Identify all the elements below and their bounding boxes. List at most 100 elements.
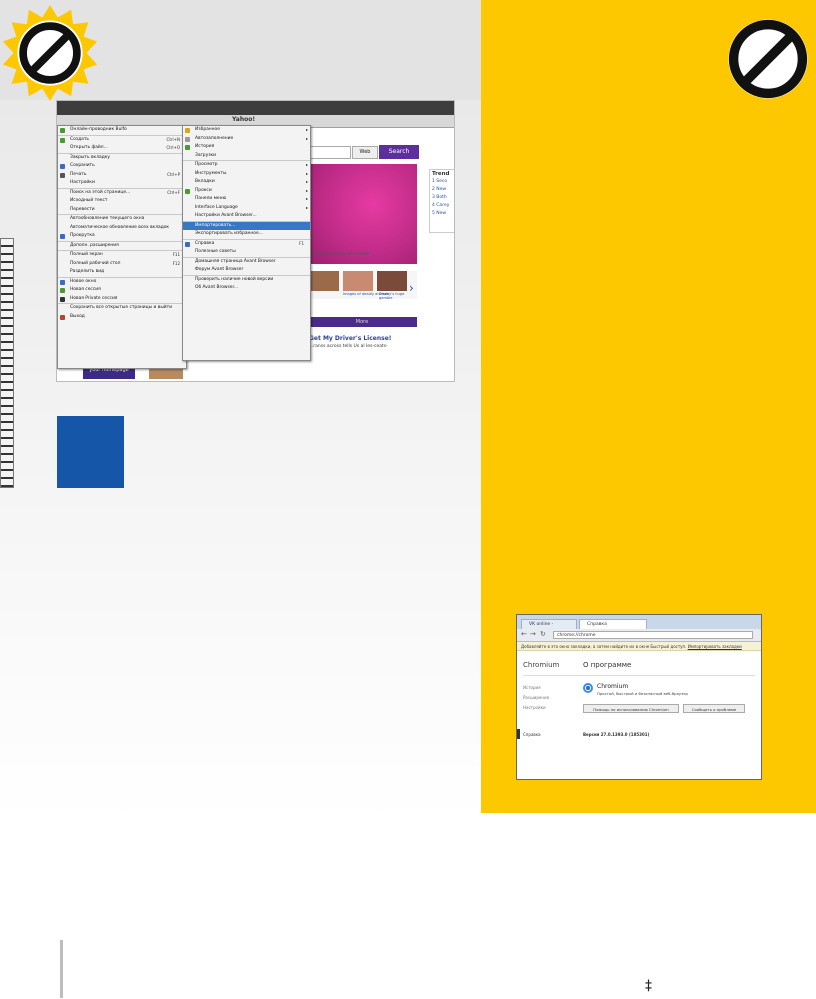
- menu-item-label: Автообновление текущего окна: [70, 216, 145, 221]
- page-title: О программе: [583, 661, 632, 669]
- menu-item[interactable]: Экспортировать избранное...: [183, 230, 310, 239]
- menu-item[interactable]: Закрыть вкладку: [58, 152, 186, 163]
- menu-item[interactable]: Автообновление текущего окна▸: [58, 214, 186, 224]
- search-button[interactable]: Search: [379, 145, 419, 159]
- menu-item-label: Новая Private сессия: [70, 295, 118, 301]
- menu-item-icon: [185, 128, 190, 133]
- menu-item[interactable]: Выход: [58, 313, 186, 322]
- thumbnail-row: Images of deadly animals Disney's huge g…: [307, 271, 417, 300]
- menu-item-label: Полезные советы: [195, 249, 236, 254]
- menu-item-label: Interface Language: [195, 204, 238, 210]
- menu-item[interactable]: Настройки▸: [58, 179, 186, 188]
- menu-item-label: Перевести: [70, 206, 95, 212]
- menu-item[interactable]: Поиск на этой странице... Ctrl+F: [58, 187, 186, 198]
- menu-item[interactable]: Сохранить все открытые страницы и выйти: [58, 303, 186, 313]
- menu-item[interactable]: СоздатьCtrl+N▸: [58, 134, 186, 145]
- menu-item[interactable]: Дополн. расширения▸: [58, 240, 186, 251]
- menu-item[interactable]: Об Avant Browser...: [183, 284, 310, 293]
- menu-item-label: Поиск на этой странице...: [70, 189, 131, 195]
- menu-item[interactable]: Прокрутка▸: [58, 232, 186, 241]
- trend-item[interactable]: 4 Carey: [430, 202, 454, 210]
- thumbnail-image[interactable]: [343, 271, 373, 291]
- menu-item[interactable]: Импортировать...: [183, 220, 310, 230]
- tools-submenu: Избранное ▸ Автозаполнение ▸ История Загрузки…: [182, 125, 311, 361]
- thumbnail-image[interactable]: [377, 271, 407, 291]
- menu-item[interactable]: Interface Language ▸: [183, 204, 310, 213]
- news-headline[interactable]: Get My Driver's License!: [309, 335, 392, 342]
- menu-item[interactable]: Новое окно: [58, 276, 186, 287]
- menu-item-label: Сохранить: [70, 163, 95, 168]
- menu-item-shortcut: F11: [172, 252, 180, 257]
- back-icon[interactable]: ←: [521, 630, 527, 638]
- menu-item[interactable]: История: [183, 143, 310, 152]
- menu-item[interactable]: Инструменты ▸: [183, 170, 310, 179]
- menu-item[interactable]: Онлайн-проводник Bulfo: [58, 126, 186, 135]
- report-issue-button[interactable]: Сообщить о проблеме: [683, 704, 745, 713]
- title-bar: [57, 101, 454, 115]
- menu-item-label: Избранное: [195, 127, 220, 132]
- import-bookmarks-link[interactable]: Импортировать закладки: [688, 644, 742, 649]
- menu-item[interactable]: Печать Ctrl+P: [58, 171, 186, 180]
- menu-item-shortcut: F1: [299, 240, 304, 246]
- search-input[interactable]: [307, 146, 351, 159]
- trend-item[interactable]: 1 Seco: [430, 178, 454, 186]
- chevron-right-icon[interactable]: ›: [409, 281, 414, 295]
- sidebar-item-settings[interactable]: Настройки: [523, 705, 546, 710]
- menu-item-shortcut: F12: [172, 260, 180, 266]
- menu-item-label: Просмотр: [195, 162, 218, 167]
- menu-item[interactable]: Полный рабочий стол F12: [58, 260, 186, 269]
- menu-item[interactable]: Домашняя страница Avant Browser: [183, 256, 310, 267]
- menu-item-label: Печать: [70, 171, 87, 177]
- menu-item[interactable]: Форум Avant Browser: [183, 266, 310, 275]
- menu-item[interactable]: Вкладки ▸: [183, 178, 310, 187]
- menu-item-icon: [60, 288, 65, 293]
- menu-item[interactable]: Разделить вид: [58, 268, 186, 277]
- menu-item[interactable]: Перевести▸: [58, 206, 186, 215]
- hero-image[interactable]: [307, 164, 417, 264]
- sidebar-item-extensions[interactable]: Расширения: [523, 695, 549, 700]
- trend-item[interactable]: 5 New: [430, 210, 454, 218]
- sidebar-item-history[interactable]: История: [523, 685, 541, 690]
- reload-icon[interactable]: ↻: [540, 630, 546, 638]
- menu-item[interactable]: Новая сессия: [58, 286, 186, 295]
- menu-item[interactable]: Открыть файл... Ctrl+O: [58, 144, 186, 153]
- menu-item[interactable]: Просмотр ▸: [183, 160, 310, 170]
- thumbnail-image[interactable]: [309, 271, 339, 291]
- menu-item[interactable]: Настройки Avant Browser...: [183, 212, 310, 221]
- trend-item[interactable]: 2 New: [430, 186, 454, 194]
- omnibox[interactable]: chrome://chrome: [553, 631, 753, 639]
- trend-item[interactable]: 3 Both: [430, 194, 454, 202]
- menu-item[interactable]: Загрузки: [183, 152, 310, 161]
- menu-item-icon: [60, 314, 65, 320]
- menu-item[interactable]: Автозаполнение ▸: [183, 135, 310, 144]
- menu-item[interactable]: Справка F1: [183, 238, 310, 249]
- tab-vk[interactable]: VK online - Бесплатно...: [521, 619, 577, 637]
- submenu-arrow-icon: ▸: [305, 179, 308, 184]
- menu-item[interactable]: Исходный текст: [58, 197, 186, 206]
- menu-item[interactable]: Полезные советы: [183, 248, 310, 257]
- web-dropdown[interactable]: Web: [352, 146, 378, 159]
- menu-item[interactable]: Сохранить: [58, 162, 186, 171]
- menu-item[interactable]: Новая Private сессия: [58, 295, 186, 304]
- menu-item-icon: [185, 145, 190, 150]
- menu-item-label: Загрузки: [195, 152, 217, 158]
- toolbar: ← → ↻ chrome://chrome: [517, 629, 761, 642]
- menu-item-icon: [60, 164, 65, 169]
- tab-strip: VK online - Бесплатно... Справка: [517, 615, 761, 637]
- forward-icon[interactable]: →: [530, 630, 536, 638]
- menu-item[interactable]: Панели меню ▸: [183, 195, 310, 204]
- sidebar-item-help[interactable]: Справка: [523, 732, 541, 737]
- menu-item-icon: [60, 137, 65, 143]
- menu-item[interactable]: Полный экран F11: [58, 250, 186, 260]
- menu-item-label: Настройки: [70, 180, 95, 185]
- menu-item-label: История: [195, 144, 215, 149]
- help-button[interactable]: Помощь по использованию Chromium: [583, 704, 679, 713]
- menu-item[interactable]: Автоматическое обновление всех вкладок▸: [58, 224, 186, 233]
- bookmark-infobar: Добавляйте в это окно закладки, а затем …: [517, 642, 761, 651]
- menu-item[interactable]: Избранное ▸: [183, 126, 310, 135]
- menu-item[interactable]: Прокси ▸: [183, 187, 310, 196]
- menu-item-label: Об Avant Browser...: [195, 285, 239, 290]
- menu-item[interactable]: Проверить наличие новой версии: [183, 274, 310, 285]
- tab-help[interactable]: Справка: [579, 619, 647, 629]
- more-strip[interactable]: More: [307, 317, 417, 327]
